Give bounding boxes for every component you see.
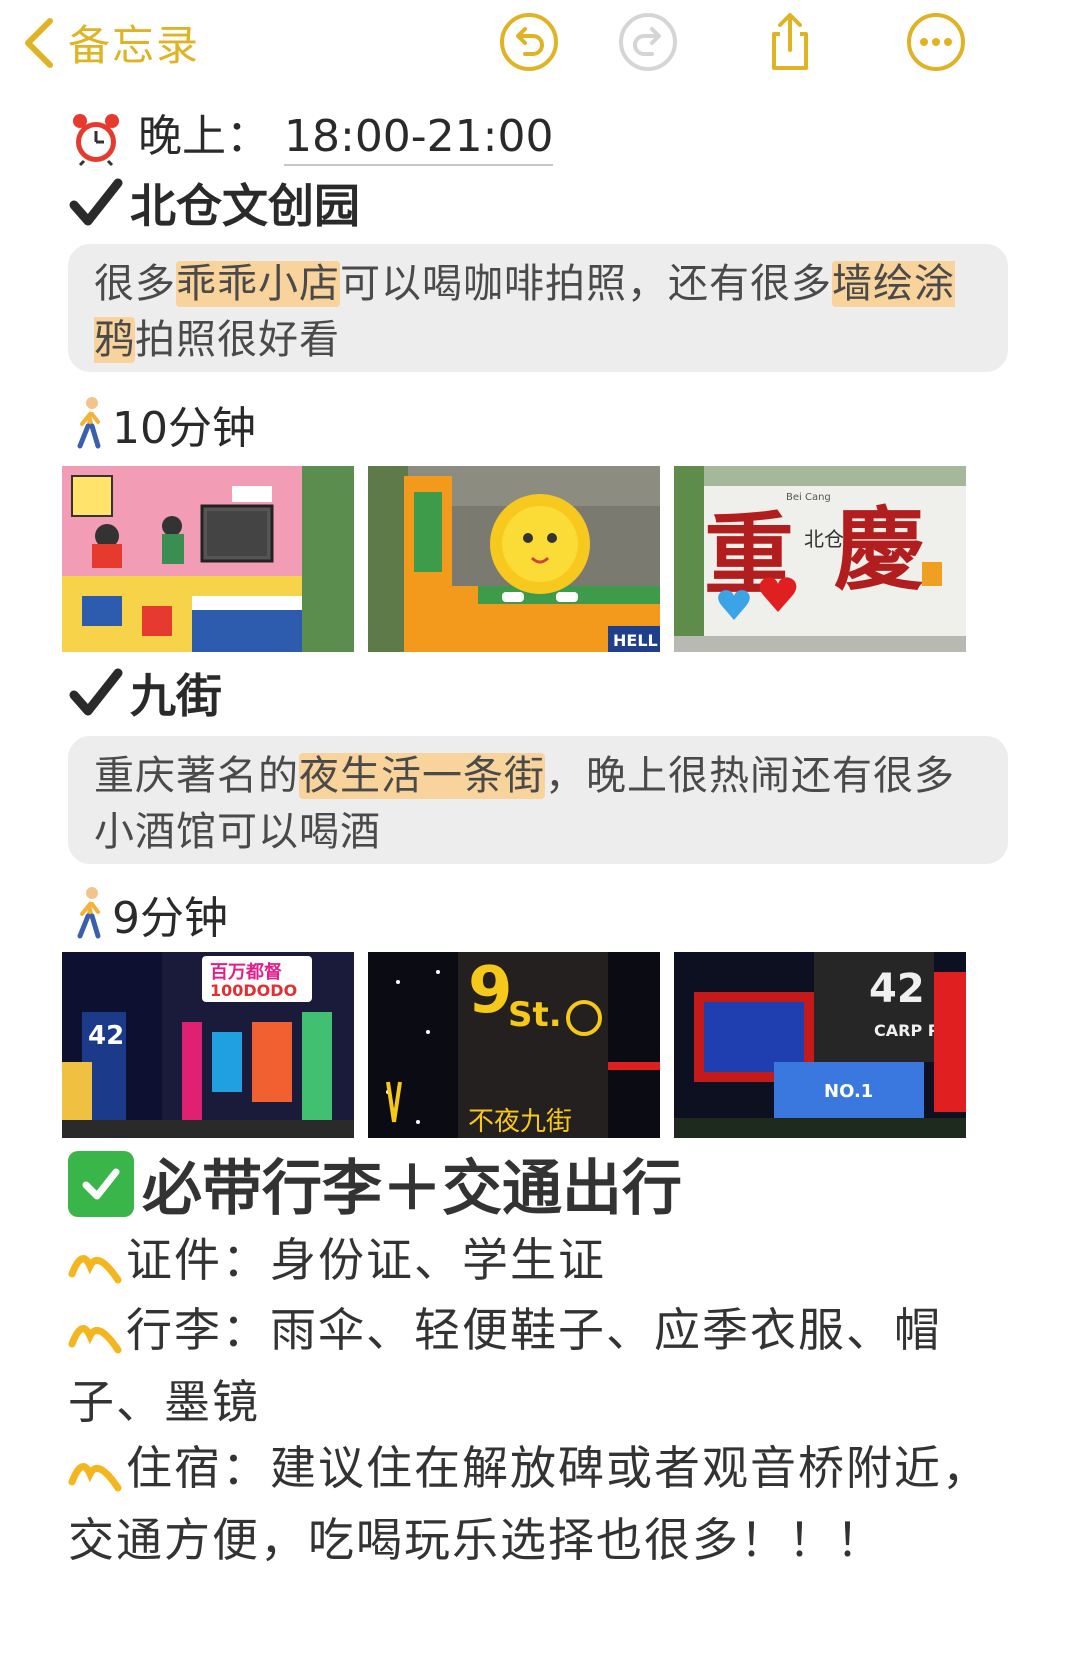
alarm-clock-icon (73, 114, 119, 167)
yellow-zigzag-icon (68, 1324, 122, 1353)
walk-time-line: 9分钟 (68, 882, 228, 946)
item-label: 行李： (126, 1303, 270, 1357)
spot-name: 九街 (130, 669, 222, 723)
undo-icon[interactable] (497, 10, 561, 74)
yellow-zigzag-icon (68, 1254, 122, 1283)
desc-text: 可以喝咖啡拍照，还有很多 (340, 261, 832, 307)
time-value[interactable]: 18:00-21:00 (284, 111, 554, 166)
yellow-zigzag-icon (68, 1462, 122, 1491)
sign-char: 慶 (834, 497, 924, 603)
packing-item-documents: 证件：身份证、学生证 (68, 1224, 1028, 1296)
9st-text: St. (508, 995, 562, 1035)
more-icon[interactable] (904, 10, 968, 74)
spot-description-box: 很多乖乖小店可以喝咖啡拍照，还有很多墙绘涂鸦拍照很好看 (68, 244, 1008, 372)
spot-heading-beicang: 北仓文创园 (68, 170, 360, 236)
neon-street-photo[interactable]: 百万都督 100DODO 42 (62, 952, 354, 1138)
packing-item-lodging: 住宿：建议住在解放碑或者观音桥附近，交通方便，吃喝玩乐选择也很多！！！ (68, 1432, 1028, 1576)
sign-latin: Bei Cang (786, 492, 831, 503)
walk-time: 9分钟 (112, 893, 228, 944)
9st-text: 不夜九街 (468, 1107, 572, 1137)
packing-item-luggage: 行李：雨伞、轻便鞋子、应季衣服、帽子、墨镜 (68, 1294, 968, 1438)
redo-icon[interactable] (616, 10, 680, 74)
42-carp-pond-photo[interactable]: 42 CARP POND NO.1 (674, 952, 966, 1138)
neon-sign-text: 百万都督 (210, 961, 282, 983)
item-label: 住宿： (126, 1441, 270, 1495)
neon-sign-text: 42 (88, 1021, 124, 1051)
carp-sign-text: 42 (869, 966, 925, 1012)
chevron-left-icon (25, 17, 53, 68)
share-icon[interactable] (758, 10, 822, 74)
9st-text: 9 (468, 954, 513, 1028)
walking-person-icon (77, 887, 101, 939)
green-check-icon (68, 1150, 134, 1217)
packing-heading: 必带行李＋交通出行 (68, 1140, 682, 1227)
navigation-bar: 备忘录 (0, 0, 1080, 96)
desc-text: 重庆著名的 (94, 753, 299, 799)
desc-text: 很多 (94, 261, 176, 307)
carp-sign-text: NO.1 (824, 1081, 873, 1102)
neon-sign-text: 100DODO (210, 981, 297, 1000)
spot-name: 北仓文创园 (130, 179, 360, 233)
yellow-flower-sculpture-photo[interactable]: HELL (368, 466, 660, 652)
pink-mural-photo[interactable] (62, 466, 354, 652)
walk-time-line: 10分钟 (68, 392, 256, 456)
desc-text: 拍照很好看 (135, 317, 340, 363)
spot-description-box: 重庆著名的夜生活一条街，晚上很热闹还有很多小酒馆可以喝酒 (68, 736, 1008, 864)
item-text: 身份证、学生证 (270, 1233, 606, 1287)
schedule-line: 晚上： 18:00-21:00 (68, 100, 554, 167)
time-prefix: 晚上： (138, 111, 270, 162)
packing-title: 必带行李＋交通出行 (142, 1154, 682, 1224)
check-mark-icon (69, 178, 123, 226)
highlight-text: 乖乖小店 (176, 261, 340, 307)
9st-sign-photo[interactable]: 9 St. 不夜九街 (368, 952, 660, 1138)
photo-sign-text: HELL (613, 631, 658, 650)
back-button[interactable]: 备忘录 (18, 12, 200, 73)
check-mark-icon (69, 668, 123, 716)
back-label: 备忘录 (68, 21, 201, 70)
spot-heading-jiujie: 九街 (68, 660, 222, 726)
chongqing-beicang-sign-photo[interactable]: 重 北仓 慶 Bei Cang (674, 466, 966, 652)
walking-person-icon (77, 397, 101, 449)
walk-time: 10分钟 (112, 403, 256, 454)
highlight-text: 夜生活一条街 (299, 753, 545, 799)
item-label: 证件： (126, 1233, 270, 1287)
